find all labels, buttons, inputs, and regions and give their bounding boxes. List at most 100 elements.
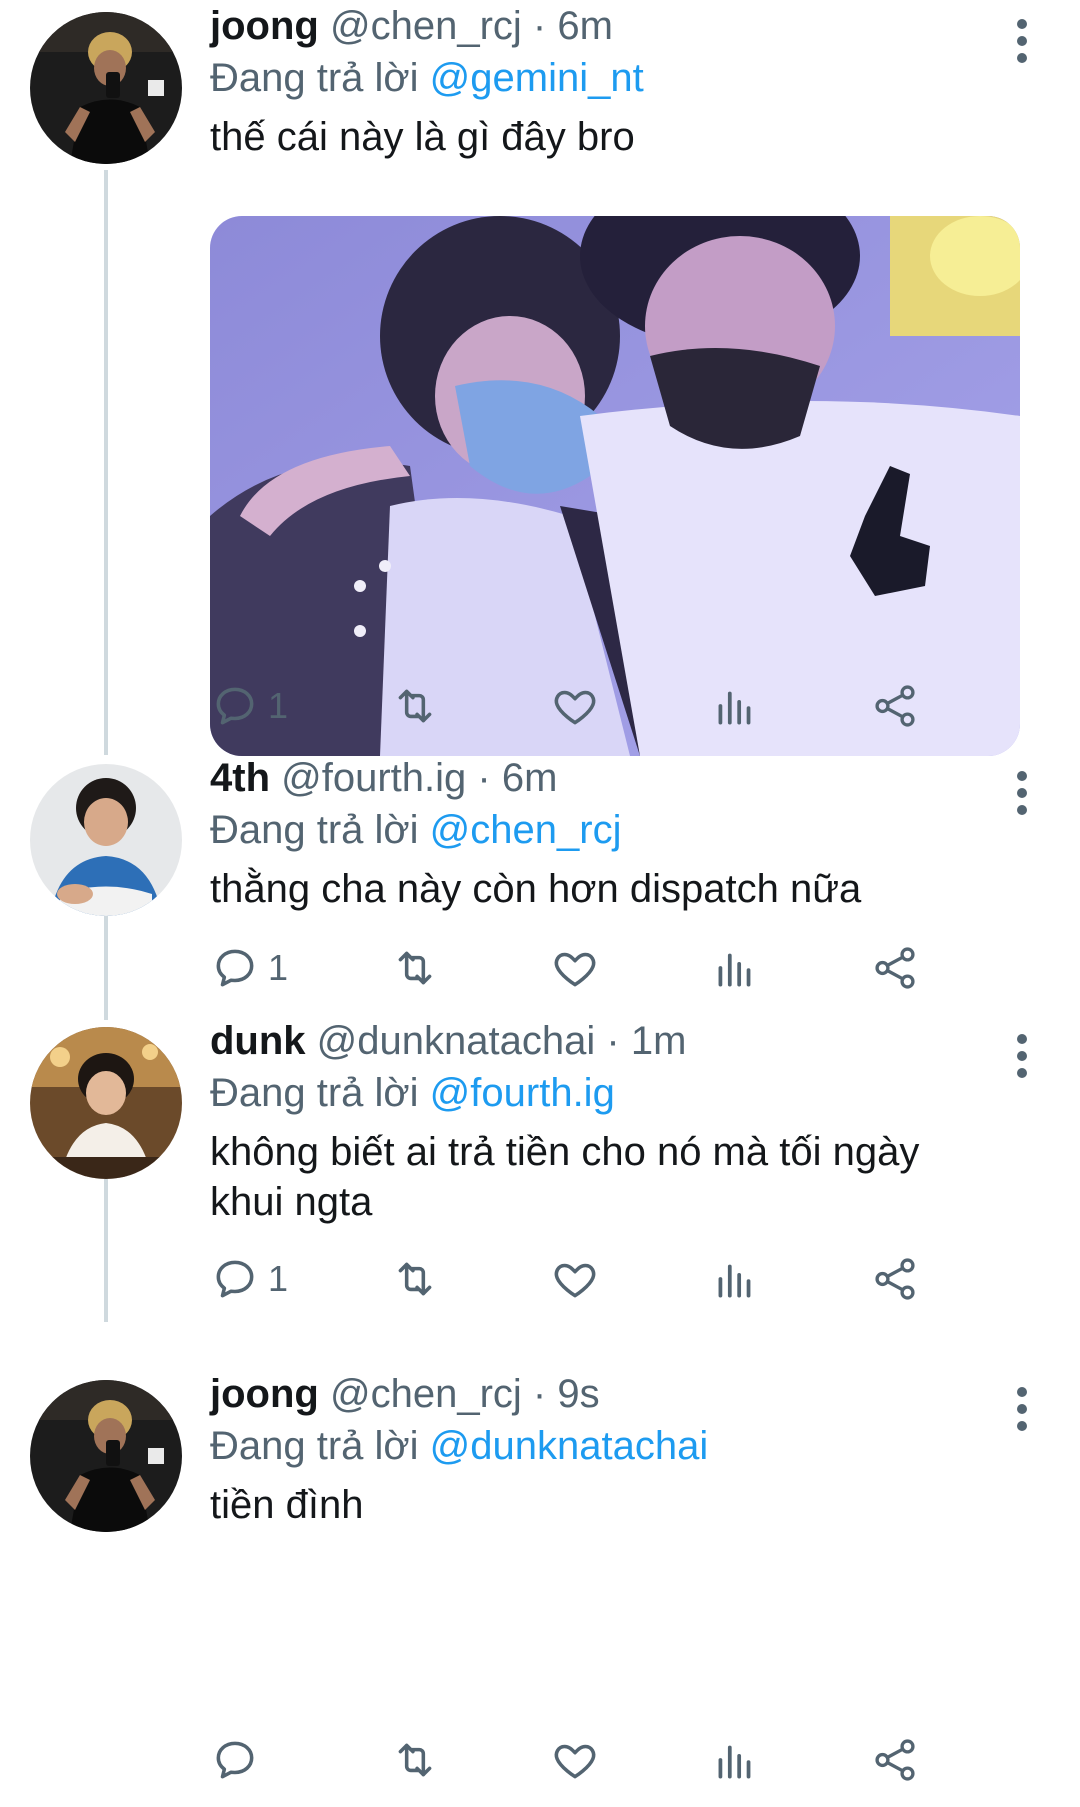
tweet-actions — [210, 1730, 1020, 1790]
reply-mention[interactable]: @fourth.ig — [430, 1071, 615, 1115]
analytics-button[interactable] — [710, 676, 760, 736]
analytics-icon — [718, 1264, 751, 1298]
reply-mention[interactable]: @gemini_nt — [430, 56, 644, 100]
timestamp[interactable]: 6m — [557, 4, 613, 48]
reply-icon — [216, 687, 254, 725]
avatar[interactable] — [30, 1027, 182, 1179]
tweet[interactable]: joong @chen_rcj · 6m Đang trả lời @gemin… — [0, 0, 1080, 760]
tweet[interactable]: dunk @dunknatachai · 1m Đang trả lời @fo… — [0, 1015, 1080, 1360]
heart-icon — [554, 1744, 596, 1779]
reply-context: Đang trả lời @gemini_nt — [210, 52, 1020, 104]
photo-two-men-in-masks — [210, 216, 1020, 756]
reply-count: 1 — [268, 947, 289, 988]
more-vertical-icon[interactable] — [1012, 18, 1032, 64]
timestamp[interactable]: 9s — [557, 1372, 599, 1416]
retweet-button[interactable] — [390, 1249, 440, 1309]
more-vertical-icon[interactable] — [1012, 770, 1032, 816]
reply-icon — [216, 1260, 254, 1298]
reply-mention[interactable]: @dunknatachai — [430, 1424, 709, 1468]
reply-button[interactable]: 1 — [210, 938, 288, 998]
separator: · — [532, 1372, 547, 1416]
tweet-text: tiền đình — [210, 1483, 364, 1527]
share-icon — [875, 1258, 915, 1300]
avatar[interactable] — [30, 12, 182, 164]
analytics-icon — [718, 691, 751, 725]
handle[interactable]: @dunknatachai — [317, 1019, 596, 1063]
analytics-button[interactable] — [710, 1249, 760, 1309]
handle[interactable]: @chen_rcj — [330, 4, 522, 48]
reply-count: 1 — [268, 685, 289, 726]
share-icon — [875, 1739, 915, 1781]
analytics-icon — [718, 953, 751, 987]
man-restaurant-avatar — [30, 1027, 182, 1179]
separator: · — [477, 756, 491, 800]
separator: · — [532, 4, 547, 48]
reply-mention[interactable]: @chen_rcj — [430, 808, 622, 852]
like-button[interactable] — [550, 938, 600, 998]
man-mirror-selfie-avatar — [30, 12, 182, 164]
reply-prefix: Đang trả lời — [210, 56, 419, 100]
tweet-text: không biết ai trả tiền cho nó mà tối ngà… — [210, 1130, 920, 1224]
reply-prefix: Đang trả lời — [210, 808, 419, 852]
handle[interactable]: @chen_rcj — [330, 1372, 522, 1416]
tweet-actions: 1 — [210, 676, 1020, 736]
share-icon — [875, 685, 915, 727]
tweet-header: joong @chen_rcj · 9s — [210, 1368, 1020, 1420]
reply-button[interactable]: 1 — [210, 676, 288, 736]
retweet-icon — [398, 1262, 432, 1296]
retweet-icon — [398, 951, 432, 985]
reply-button[interactable]: 1 — [210, 1249, 288, 1309]
like-button[interactable] — [550, 676, 600, 736]
tweet-text: thế cái này là gì đây bro — [210, 115, 635, 159]
reply-context: Đang trả lời @chen_rcj — [210, 804, 1020, 856]
share-button[interactable] — [870, 1730, 920, 1790]
share-button[interactable] — [870, 676, 920, 736]
retweet-button[interactable] — [390, 938, 440, 998]
avatar[interactable] — [30, 1380, 182, 1532]
timestamp[interactable]: 6m — [502, 756, 558, 800]
reply-prefix: Đang trả lời — [210, 1424, 419, 1468]
reply-prefix: Đang trả lời — [210, 1071, 419, 1115]
reply-icon — [216, 1741, 254, 1779]
tweet-header: dunk @dunknatachai · 1m — [210, 1015, 1020, 1067]
reply-button[interactable] — [210, 1730, 268, 1790]
tweet-actions: 1 — [210, 938, 1020, 998]
share-button[interactable] — [870, 938, 920, 998]
retweet-icon — [398, 689, 432, 723]
like-button[interactable] — [550, 1730, 600, 1790]
heart-icon — [554, 1263, 596, 1298]
display-name[interactable]: 4th — [210, 756, 270, 800]
man-blue-shirt-avatar — [30, 764, 182, 916]
tweet-header: 4th @fourth.ig · 6m — [210, 752, 1020, 804]
reply-icon — [216, 949, 254, 987]
like-button[interactable] — [550, 1249, 600, 1309]
display-name[interactable]: joong — [210, 1372, 319, 1416]
reply-count: 1 — [268, 1258, 289, 1299]
share-button[interactable] — [870, 1249, 920, 1309]
analytics-button[interactable] — [710, 938, 760, 998]
more-vertical-icon[interactable] — [1012, 1386, 1032, 1432]
timestamp[interactable]: 1m — [631, 1019, 687, 1063]
man-mirror-selfie-avatar — [30, 1380, 182, 1532]
more-vertical-icon[interactable] — [1012, 1033, 1032, 1079]
heart-icon — [554, 952, 596, 987]
tweet-header: joong @chen_rcj · 6m — [210, 0, 1020, 52]
separator: · — [606, 1019, 620, 1063]
analytics-button[interactable] — [710, 1730, 760, 1790]
tweet-text: thằng cha này còn hơn dispatch nữa — [210, 867, 862, 911]
tweet-media-photo[interactable] — [210, 216, 1020, 756]
handle[interactable]: @fourth.ig — [281, 756, 466, 800]
tweet[interactable]: 4th @fourth.ig · 6m Đang trả lời @chen_r… — [0, 752, 1080, 1052]
retweet-button[interactable] — [390, 676, 440, 736]
reply-context: Đang trả lời @fourth.ig — [210, 1067, 1020, 1119]
display-name[interactable]: dunk — [210, 1019, 306, 1063]
display-name[interactable]: joong — [210, 4, 319, 48]
avatar[interactable] — [30, 764, 182, 916]
heart-icon — [554, 690, 596, 725]
tweet[interactable]: joong @chen_rcj · 9s Đang trả lời @dunkn… — [0, 1368, 1080, 1807]
reply-context: Đang trả lời @dunknatachai — [210, 1420, 1020, 1472]
retweet-button[interactable] — [390, 1730, 440, 1790]
retweet-icon — [398, 1743, 432, 1777]
analytics-icon — [718, 1745, 751, 1779]
share-icon — [875, 947, 915, 989]
